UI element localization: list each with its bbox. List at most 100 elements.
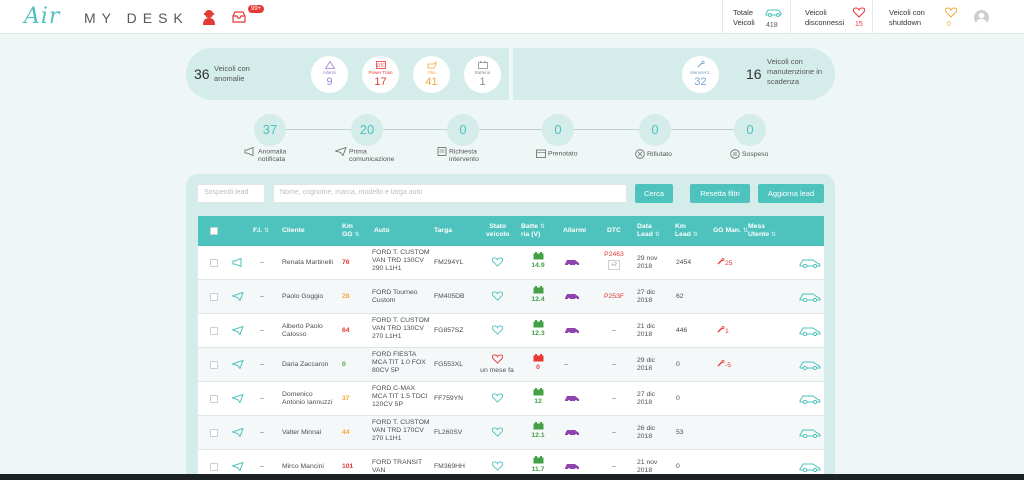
agent-user-icon[interactable] <box>202 9 216 25</box>
row-status-icon[interactable] <box>230 393 244 406</box>
auto-model: FORD Tourneo Custom <box>372 289 418 304</box>
header-auto[interactable]: Auto <box>374 227 389 235</box>
stat-veicoli-shutdown[interactable]: Veicoli con shutdown 0 <box>872 0 962 34</box>
stato-veicolo[interactable] <box>479 393 515 406</box>
cerca-button[interactable]: Cerca <box>635 184 673 203</box>
row-status-icon[interactable] <box>230 325 244 338</box>
header-fi[interactable]: F.I. ⇅ <box>253 227 269 235</box>
header-km-lead[interactable]: Km Lead ⇅ <box>675 223 698 239</box>
stato-veicolo[interactable] <box>479 427 515 440</box>
dtc-cell[interactable]: – <box>603 463 625 471</box>
allarmi-cell[interactable] <box>564 258 582 269</box>
row-checkbox[interactable] <box>210 463 218 471</box>
circle-batteria[interactable]: Batteria 1 <box>464 56 501 93</box>
paper-plane-icon <box>230 427 244 438</box>
header-batteria[interactable]: Batte ⇅ ria (V) <box>521 223 545 239</box>
dtc-cell[interactable]: P2463 +2 <box>603 251 625 270</box>
vehicle-detail-button[interactable] <box>799 325 821 339</box>
vehicle-detail-button[interactable] <box>799 359 821 373</box>
circle-allarmi[interactable]: Allarmi 9 <box>311 56 348 93</box>
header-km-gg[interactable]: Km GG ⇅ <box>342 223 360 239</box>
header-targa[interactable]: Targa <box>434 227 452 235</box>
row-checkbox[interactable] <box>210 429 218 437</box>
resetta-filtri-button[interactable]: Resetta filtri <box>690 184 750 203</box>
allarmi-cell[interactable] <box>564 428 582 439</box>
dtc-cell[interactable]: – <box>603 395 625 403</box>
table-row[interactable]: – Renata Martinelli 76 FORD T. CUSTOM VAN TR… <box>198 246 824 280</box>
row-checkbox[interactable] <box>210 327 218 335</box>
heart-icon <box>491 461 503 471</box>
stato-veicolo[interactable] <box>479 291 515 304</box>
allarmi-cell[interactable] <box>564 326 582 337</box>
select-all-checkbox[interactable] <box>210 227 218 235</box>
stato-veicolo[interactable] <box>479 461 515 474</box>
row-checkbox[interactable] <box>210 293 218 301</box>
stato-veicolo[interactable]: un mese fa <box>479 354 515 375</box>
wrench-icon <box>717 325 725 333</box>
header-gg-man[interactable]: GG Man. ⇅ <box>713 227 748 235</box>
table-row[interactable]: – Paolo Goggio 28 FORD Tourneo Custom FM405DB… <box>198 280 824 314</box>
vehicle-detail-button[interactable] <box>799 461 821 475</box>
allarmi-cell[interactable] <box>564 462 582 473</box>
km-lead-value: 0 <box>676 361 680 368</box>
battery-icon <box>477 61 488 69</box>
row-status-icon[interactable] <box>230 359 244 372</box>
row-checkbox[interactable] <box>210 361 218 369</box>
vehicle-detail-button[interactable] <box>799 427 821 441</box>
header-dtc[interactable]: DTC <box>607 227 621 235</box>
cliente-name[interactable]: Mirco Mancini <box>282 463 324 471</box>
stato-veicolo[interactable] <box>479 257 515 270</box>
user-avatar[interactable] <box>974 10 989 25</box>
row-status-icon[interactable] <box>230 461 244 474</box>
table-row[interactable]: – Domenico Antonio Iannuzzi 37 FORD C-MAX MCA… <box>198 382 824 416</box>
header-mess-utente[interactable]: Mess Utente ⇅ <box>748 223 776 239</box>
vehicle-detail-button[interactable] <box>799 257 821 271</box>
circle-power-train[interactable]: DTC Power Train 17 <box>362 56 399 93</box>
cliente-name[interactable]: Alberto Paolo Calosso <box>282 323 323 339</box>
cliente-name[interactable]: Domenico Antonio Iannuzzi <box>282 391 332 407</box>
auto-model: FORD T. CUSTOM VAN TRD 130CV 290 L1H1 <box>372 249 430 272</box>
auto-model: FORD T. CUSTOM VAN TRD 170CV 270 L1H1 <box>372 419 430 442</box>
alarm-car-icon <box>565 464 579 470</box>
cliente-name[interactable]: Paolo Goggio <box>282 293 323 301</box>
data-lead: 27 dic 2018 <box>637 391 656 406</box>
dtc-cell[interactable]: – <box>603 429 625 437</box>
header-data-lead[interactable]: Data Lead ⇅ <box>637 223 660 239</box>
circle-olio[interactable]: Olio 41 <box>413 56 450 93</box>
sospendi-lead-input[interactable]: Sospendi lead <box>197 184 265 203</box>
cliente-name[interactable]: Daria Zaccaron <box>282 361 328 369</box>
stat-value: 0 <box>947 21 951 28</box>
alarm-car-icon <box>565 430 579 436</box>
stat-totale-veicoli[interactable]: Totale Veicoli 418 <box>722 0 788 34</box>
table-row[interactable]: – Daria Zaccaron 0 FORD FIESTA MCA TIT 1.0 F… <box>198 348 824 382</box>
cliente-name[interactable]: Renata Martinelli <box>282 259 333 267</box>
aggiorna-lead-button[interactable]: Aggiorna lead <box>758 184 824 203</box>
row-checkbox[interactable] <box>210 395 218 403</box>
header-cliente[interactable]: Cliente <box>282 227 305 235</box>
km-gg-value: 44 <box>342 429 350 436</box>
cliente-name[interactable]: Valter Minnai <box>282 429 321 437</box>
vehicle-detail-button[interactable] <box>799 291 821 305</box>
row-status-icon[interactable] <box>230 291 244 304</box>
dtc-cell[interactable]: – <box>603 361 625 369</box>
car-icon <box>799 395 821 405</box>
dtc-more-badge[interactable]: +2 <box>608 260 620 270</box>
row-checkbox[interactable] <box>210 259 218 267</box>
allarmi-cell[interactable]: – <box>564 361 568 369</box>
table-row[interactable]: – Alberto Paolo Calosso 64 FORD T. CUSTOM VAN… <box>198 314 824 348</box>
circle-manutenzione[interactable]: Manutenz. 32 <box>682 56 719 93</box>
row-status-icon[interactable] <box>232 257 244 270</box>
dtc-cell[interactable]: – <box>603 327 625 335</box>
vehicle-detail-button[interactable] <box>799 393 821 407</box>
row-status-icon[interactable] <box>230 427 244 440</box>
stat-veicoli-disconnessi[interactable]: Veicoli disconnessi 15 <box>790 0 870 34</box>
header-allarmi[interactable]: Allarmi <box>563 227 586 235</box>
header-stato-veicolo[interactable]: Stato veicolo <box>486 223 509 239</box>
allarmi-cell[interactable] <box>564 292 582 303</box>
table-row[interactable]: – Valter Minnai 44 FORD T. CUSTOM VAN TRD 17… <box>198 416 824 450</box>
search-input[interactable]: Nome, cognome, marca, modello e targa au… <box>273 184 627 203</box>
allarmi-cell[interactable] <box>564 394 582 405</box>
stato-veicolo[interactable] <box>479 325 515 338</box>
inbox-icon[interactable] <box>232 11 246 23</box>
dtc-cell[interactable]: P253F <box>603 293 625 301</box>
